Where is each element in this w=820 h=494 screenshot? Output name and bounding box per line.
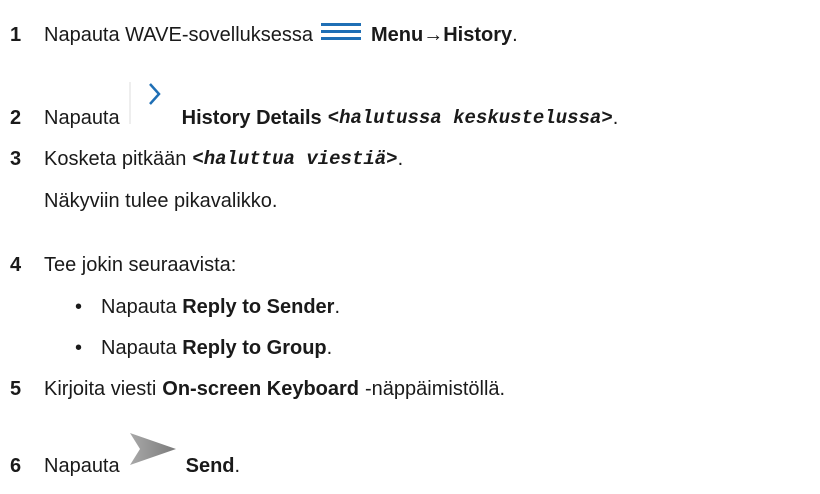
step-number: 1 xyxy=(10,23,22,46)
reply-to-group-label: Reply to Group xyxy=(182,336,327,359)
reply-to-sender-label: Reply to Sender xyxy=(182,295,335,318)
bullet-dot: • xyxy=(75,295,83,318)
step-text: Napauta History Details <halutussa kesku… xyxy=(44,82,618,144)
step-text: Napauta WAVE-sovelluksessa Menu→History. xyxy=(44,21,518,49)
step-text: Kirjoita viesti On-screen Keyboard -näpp… xyxy=(44,377,506,400)
step-number: 4 xyxy=(10,253,22,276)
step-text: Napauta Send. xyxy=(44,433,240,489)
step-text: Tee jokin seuraavista: xyxy=(44,253,237,276)
send-label: Send xyxy=(185,454,235,477)
step-text: Kosketa pitkään <haluttua viestiä>. xyxy=(44,147,404,171)
placeholder-text: <halutussa keskustelussa> xyxy=(327,107,613,129)
keyboard-label: On-screen Keyboard xyxy=(162,377,359,400)
menu-path: Menu→History xyxy=(371,23,513,46)
placeholder-text: <haluttua viestiä> xyxy=(192,148,398,170)
bullet-dot: • xyxy=(75,336,83,359)
chevron-right-icon xyxy=(126,80,176,132)
step-number: 3 xyxy=(10,147,22,170)
send-icon xyxy=(126,429,180,475)
step-number: 2 xyxy=(10,106,22,129)
step-number: 5 xyxy=(10,377,22,400)
step-number: 6 xyxy=(10,454,22,477)
history-details-label: History Details xyxy=(181,106,322,129)
menu-icon xyxy=(319,21,365,49)
